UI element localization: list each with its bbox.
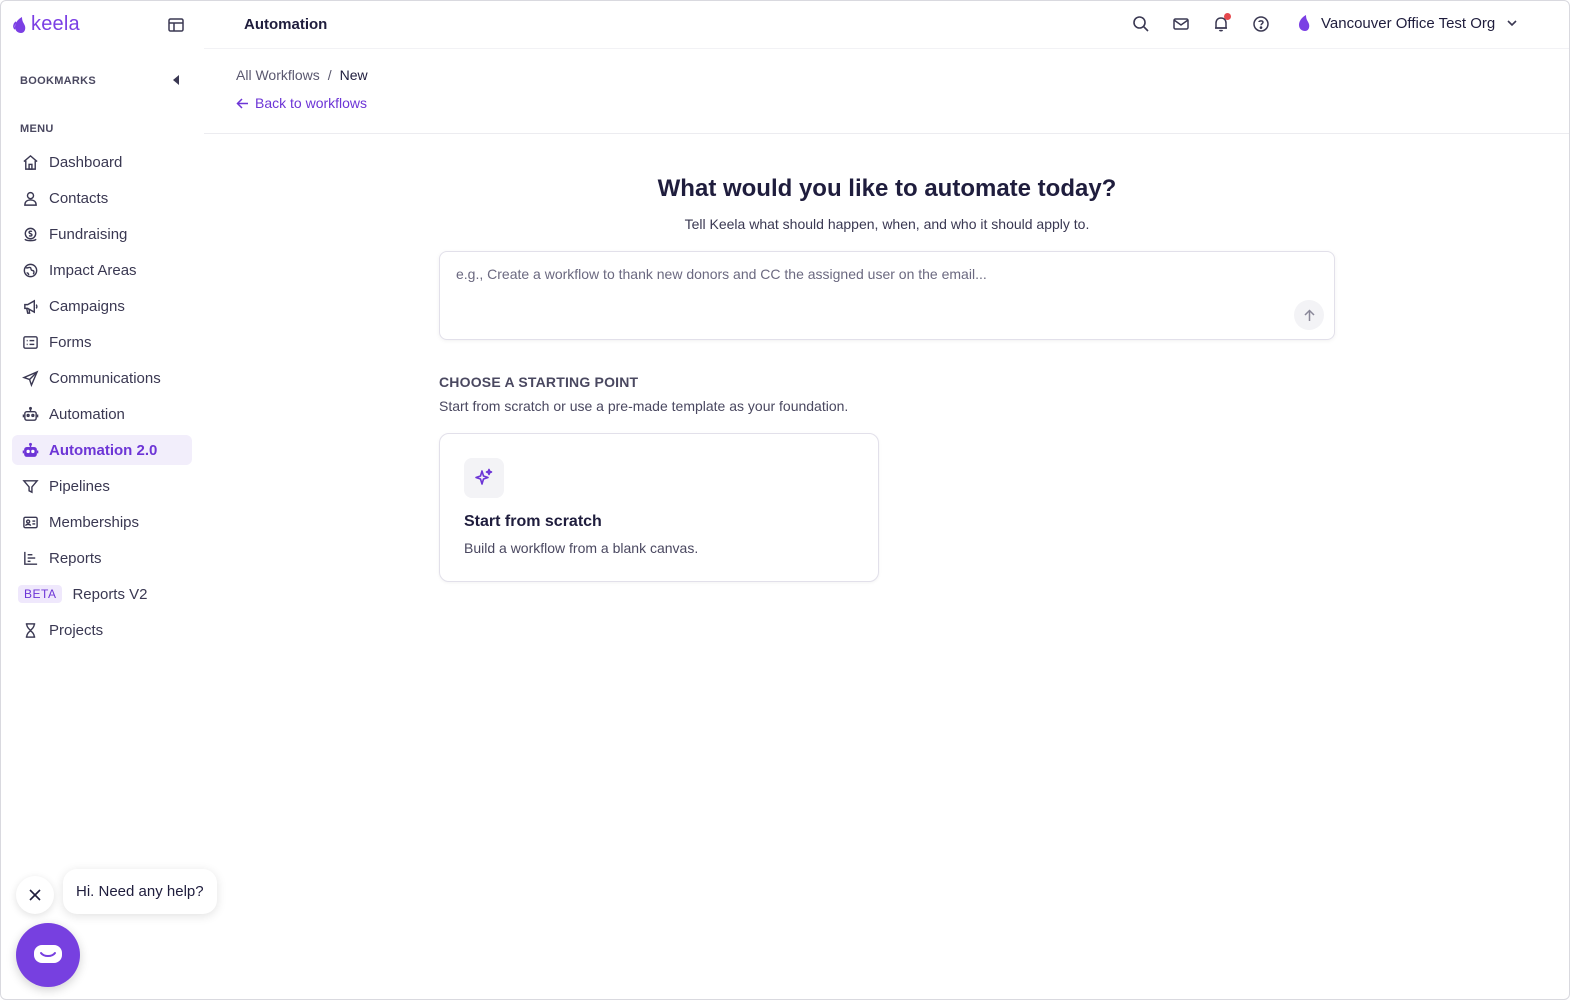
- help-icon[interactable]: [1251, 14, 1271, 34]
- sidebar-item-dashboard[interactable]: Dashboard: [12, 147, 192, 177]
- sidebar-item-reports[interactable]: Reports: [12, 543, 192, 573]
- breadcrumb-separator: /: [327, 67, 332, 83]
- card-description: Build a workflow from a blank canvas.: [464, 540, 699, 556]
- beta-badge: BETA: [18, 585, 63, 603]
- sidebar-item-label: Forms: [49, 333, 92, 351]
- sidebar-item-reports-v2[interactable]: BETA Reports V2: [12, 579, 192, 609]
- sidebar-item-contacts[interactable]: Contacts: [12, 183, 192, 213]
- megaphone-icon: [24, 299, 38, 314]
- robot-icon: [22, 406, 39, 421]
- chat-icon: [34, 945, 62, 963]
- prompt-box: [439, 251, 1335, 340]
- filter-icon: [22, 479, 39, 493]
- sidebar-item-automation-2[interactable]: Automation 2.0: [12, 435, 192, 465]
- globe-icon: [23, 263, 38, 277]
- layout-toggle-icon[interactable]: [167, 16, 185, 34]
- sidebar-item-label: Impact Areas: [49, 261, 137, 279]
- app-window: keela Automation Vancouver Office Test O…: [0, 0, 1570, 1000]
- sidebar-item-label: Pipelines: [49, 477, 110, 495]
- page-title: What would you like to automate today?: [657, 175, 1117, 202]
- hourglass-icon: [25, 622, 36, 638]
- chat-close-button[interactable]: [16, 876, 54, 914]
- sparkle-icon: [475, 468, 493, 485]
- sidebar-item-label: Dashboard: [49, 153, 123, 171]
- card-title: Start from scratch: [464, 513, 602, 530]
- id-card-icon: [23, 516, 38, 528]
- bell-icon[interactable]: [1211, 13, 1231, 34]
- sidebar-item-label: Reports V2: [72, 585, 148, 603]
- sidebar-item-label: Communications: [49, 369, 161, 387]
- sidebar-item-label: Fundraising: [49, 225, 128, 243]
- sidebar-item-projects[interactable]: Projects: [12, 615, 192, 645]
- sidebar-menu: Dashboard Contacts Fundraising Impact Ar…: [12, 147, 192, 651]
- sidebar-item-label: Automation: [49, 405, 125, 423]
- robot-icon: [22, 442, 39, 457]
- sidebar-item-label: Automation 2.0: [49, 441, 158, 459]
- chart-icon: [24, 551, 38, 565]
- sidebar-item-label: Reports: [49, 549, 102, 567]
- sidebar-item-label: Campaigns: [49, 297, 125, 315]
- notification-dot: [1224, 13, 1231, 20]
- user-icon: [24, 191, 37, 206]
- breadcrumb-current: New: [339, 67, 368, 83]
- top-bar: keela Automation Vancouver Office Test O…: [1, 1, 1569, 48]
- sidebar-item-pipelines[interactable]: Pipelines: [12, 471, 192, 501]
- sidebar-item-forms[interactable]: Forms: [12, 327, 192, 357]
- page-section-title: Automation: [244, 16, 328, 33]
- sidebar-item-campaigns[interactable]: Campaigns: [12, 291, 192, 321]
- bookmarks-heading: BOOKMARKS: [20, 75, 97, 87]
- starting-point-subtitle: Start from scratch or use a pre-made tem…: [439, 398, 849, 414]
- sidebar-item-automation[interactable]: Automation: [12, 399, 192, 429]
- start-from-scratch-card[interactable]: Start from scratch Build a workflow from…: [439, 433, 879, 582]
- search-icon[interactable]: [1131, 14, 1151, 34]
- breadcrumb-all-workflows[interactable]: All Workflows: [236, 67, 320, 83]
- page-subtitle: Tell Keela what should happen, when, and…: [684, 216, 1090, 232]
- main-header: All Workflows / New Back to workflows: [204, 48, 1569, 134]
- top-icons: [1131, 13, 1271, 34]
- keela-logo-icon: [13, 16, 26, 33]
- starting-point-heading: CHOOSE A STARTING POINT: [439, 374, 639, 390]
- arrow-up-icon: [1303, 308, 1315, 321]
- coin-icon: [24, 227, 37, 241]
- card-icon-wrap: [464, 458, 504, 498]
- org-switcher[interactable]: Vancouver Office Test Org: [1297, 14, 1519, 32]
- sidebar-item-fundraising[interactable]: Fundraising: [12, 219, 192, 249]
- org-logo-icon: [1299, 15, 1310, 31]
- chevron-down-icon: [1507, 20, 1517, 27]
- collapse-bookmarks-icon[interactable]: [172, 75, 180, 85]
- chat-greeting[interactable]: Hi. Need any help?: [63, 869, 217, 914]
- breadcrumb: All Workflows / New: [236, 67, 368, 83]
- chat-launcher-button[interactable]: [16, 923, 80, 987]
- form-icon: [23, 335, 38, 349]
- sidebar-item-label: Contacts: [49, 189, 109, 207]
- sidebar: BOOKMARKS MENU Dashboard Contacts Fundra…: [1, 48, 204, 999]
- back-to-workflows-link[interactable]: Back to workflows: [236, 95, 367, 111]
- org-name: Vancouver Office Test Org: [1321, 14, 1496, 32]
- back-link-label: Back to workflows: [255, 95, 368, 111]
- logo[interactable]: keela: [13, 13, 80, 36]
- home-icon: [23, 154, 38, 170]
- mail-icon[interactable]: [1171, 14, 1191, 34]
- sidebar-item-communications[interactable]: Communications: [12, 363, 192, 393]
- sidebar-item-label: Memberships: [49, 513, 140, 531]
- send-button[interactable]: [1294, 300, 1324, 330]
- sidebar-item-memberships[interactable]: Memberships: [12, 507, 192, 537]
- sidebar-item-impact-areas[interactable]: Impact Areas: [12, 255, 192, 285]
- menu-heading: MENU: [20, 123, 54, 135]
- send-icon: [22, 370, 39, 387]
- prompt-input[interactable]: [456, 266, 1276, 282]
- sidebar-item-label: Projects: [49, 621, 104, 639]
- close-icon: [29, 889, 41, 901]
- logo-text: keela: [31, 13, 80, 35]
- arrow-left-icon: [236, 97, 248, 109]
